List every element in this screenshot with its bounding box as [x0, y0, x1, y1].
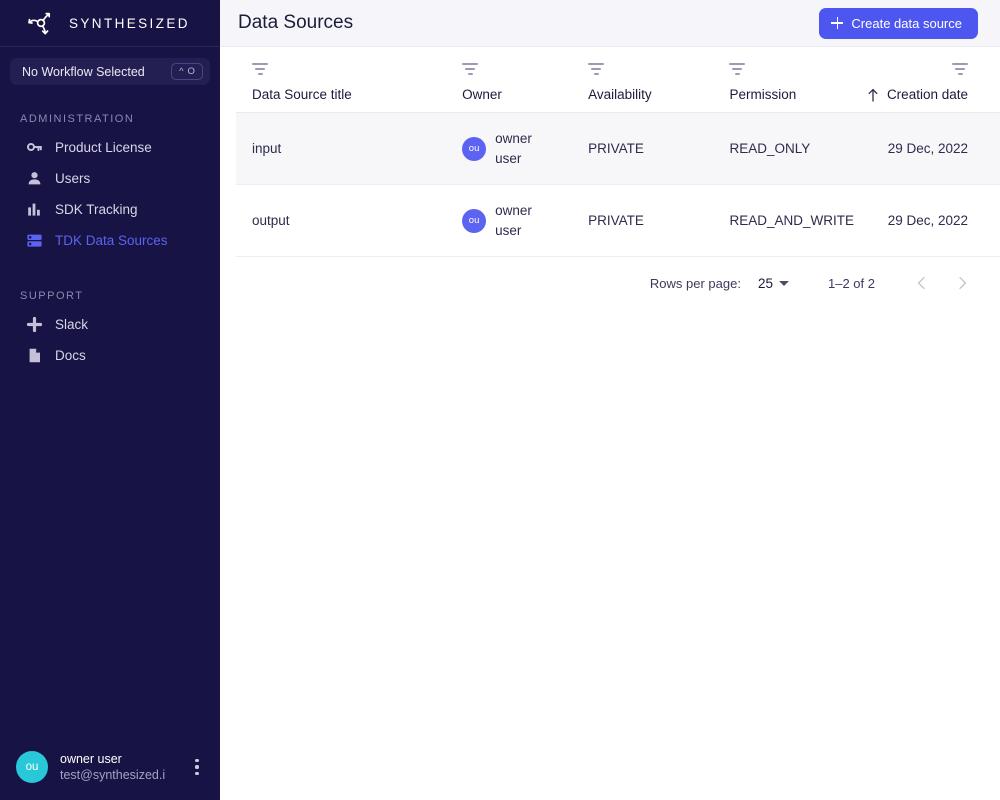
sidebar-item-sdk-tracking[interactable]: SDK Tracking — [0, 194, 220, 225]
user-email: test@synthesized.i — [60, 767, 166, 782]
avatar: ou — [16, 751, 48, 783]
owner-name: owner user — [495, 130, 532, 166]
data-sources-table-card: Data Source title Owner Availability Per… — [236, 63, 1000, 800]
cell-owner: ou owner user — [446, 184, 573, 257]
table-body: input ou owner user PRIVATE READ_ONLY 29… — [236, 112, 1000, 257]
column-header-label: Creation date — [886, 87, 968, 102]
sidebar-item-label: TDK Data Sources — [55, 233, 168, 248]
data-sources-table: Data Source title Owner Availability Per… — [236, 63, 1000, 257]
avatar: ou — [462, 136, 487, 161]
owner-name: owner user — [495, 202, 532, 238]
cell-creation-date: 29 Dec, 2022 — [873, 184, 1000, 257]
column-header-creation-date: Creation date — [868, 63, 1000, 113]
column-header-permission: Permission — [713, 63, 874, 113]
shortcut-key: O — [187, 65, 195, 77]
user-name: owner user — [60, 751, 122, 766]
cell-availability: PRIVATE — [572, 112, 714, 185]
pagination: Rows per page: 25 1–2 of 2 — [236, 257, 1000, 309]
column-header-label[interactable]: Availability — [588, 87, 713, 102]
sidebar-item-label: SDK Tracking — [55, 202, 138, 217]
table-row[interactable]: output ou owner user PRIVATE READ_AND_WR… — [236, 184, 1000, 257]
brand-name: SYNTHESIZED — [69, 15, 190, 31]
document-icon — [26, 347, 43, 364]
cell-title: input — [236, 112, 447, 185]
shortcut-modifier: ^ — [179, 65, 184, 77]
nav-section-title-support: SUPPORT — [20, 290, 84, 302]
cell-permission: READ_ONLY — [713, 112, 874, 185]
kebab-menu-icon[interactable] — [188, 756, 206, 778]
filter-icon[interactable] — [588, 63, 605, 75]
plus-icon — [831, 17, 844, 29]
user-text: owner user test@synthesized.i — [60, 751, 176, 784]
sort-ascending-icon — [868, 88, 878, 102]
person-icon — [26, 170, 43, 187]
create-data-source-label: Create data source — [851, 15, 962, 31]
sidebar-item-users[interactable]: Users — [0, 163, 220, 194]
column-header-owner: Owner — [446, 63, 573, 113]
chevron-down-icon — [779, 280, 789, 286]
workflow-selector[interactable]: No Workflow Selected ^ O — [10, 58, 210, 85]
previous-page-button[interactable] — [906, 267, 938, 299]
sidebar-item-slack[interactable]: Slack — [0, 309, 220, 340]
column-header-label[interactable]: Data Source title — [252, 87, 446, 102]
sidebar-item-label: Users — [55, 171, 91, 186]
nav-section-title-administration: ADMINISTRATION — [20, 113, 135, 125]
rows-per-page-select[interactable]: 25 — [758, 276, 789, 291]
cell-permission: READ_AND_WRITE — [713, 184, 874, 257]
cell-availability: PRIVATE — [572, 184, 714, 257]
brand-header[interactable]: SYNTHESIZED — [0, 0, 220, 47]
column-header-title: Data Source title — [236, 63, 447, 113]
rows-per-page-label: Rows per page: — [649, 275, 741, 291]
workflow-selector-label: No Workflow Selected — [22, 64, 145, 79]
slack-icon — [26, 316, 43, 333]
avatar: ou — [462, 208, 487, 233]
sidebar-item-label: Product License — [55, 140, 152, 155]
column-header-label-wrap[interactable]: Creation date — [867, 87, 968, 102]
sidebar-item-tdk-data-sources[interactable]: TDK Data Sources — [0, 225, 220, 256]
main-area: Data Sources Create data source Data Sou… — [220, 0, 1000, 800]
rows-per-page-value: 25 — [757, 275, 773, 291]
sidebar: SYNTHESIZED No Workflow Selected ^ O ADM… — [0, 0, 220, 800]
sidebar-user-block[interactable]: ou owner user test@synthesized.i — [0, 734, 220, 800]
sidebar-item-label: Docs — [55, 348, 86, 363]
column-header-label[interactable]: Owner — [462, 87, 572, 102]
sidebar-item-product-license[interactable]: Product License — [0, 132, 220, 163]
cell-owner: ou owner user — [446, 112, 573, 185]
column-header-label[interactable]: Permission — [729, 87, 873, 102]
content-area: Data Source title Owner Availability Per… — [220, 47, 1000, 800]
table-header-row: Data Source title Owner Availability Per… — [236, 63, 1000, 113]
chevron-right-icon — [959, 276, 967, 290]
filter-icon[interactable] — [462, 63, 479, 75]
table-header: Data Source title Owner Availability Per… — [236, 63, 1000, 113]
filter-icon[interactable] — [252, 63, 268, 75]
synthesized-logo-icon — [28, 12, 51, 35]
column-header-availability: Availability — [572, 63, 714, 113]
create-data-source-button[interactable]: Create data source — [819, 7, 978, 39]
page-title: Data Sources — [238, 12, 354, 33]
pagination-range-label: 1–2 of 2 — [828, 275, 875, 291]
filter-icon[interactable] — [729, 63, 746, 75]
sidebar-item-label: Slack — [55, 317, 89, 332]
table-row[interactable]: input ou owner user PRIVATE READ_ONLY 29… — [236, 112, 1000, 185]
database-rack-icon — [26, 232, 43, 249]
app-root: SYNTHESIZED No Workflow Selected ^ O ADM… — [0, 0, 1000, 800]
cell-title: output — [236, 184, 447, 257]
chevron-left-icon — [917, 276, 925, 290]
cell-creation-date: 29 Dec, 2022 — [873, 112, 1000, 185]
bar-chart-icon — [26, 201, 43, 218]
filter-icon[interactable] — [952, 63, 968, 75]
next-page-button[interactable] — [946, 267, 978, 299]
key-icon — [26, 139, 43, 156]
topbar: Data Sources Create data source — [220, 0, 1000, 47]
workflow-shortcut-badge: ^ O — [171, 63, 203, 80]
sidebar-item-docs[interactable]: Docs — [0, 340, 220, 371]
